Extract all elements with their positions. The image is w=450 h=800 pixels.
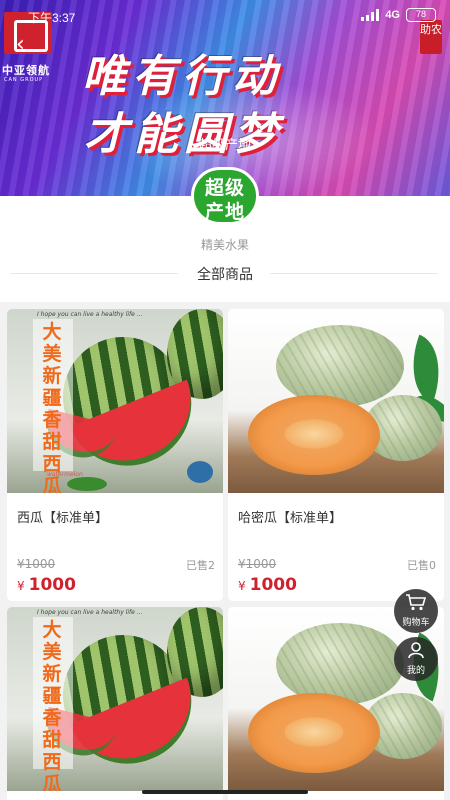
home-indicator[interactable] <box>142 790 308 794</box>
store-logo-line1: 超级 <box>204 177 245 199</box>
store-logo: 超级 产地 <box>191 167 259 225</box>
banner-store-name: 超级产地 <box>198 138 251 153</box>
watermelon-caption: I hope you can live a healthy life ... <box>37 311 143 318</box>
product-original-price: ¥1000 <box>238 557 277 571</box>
product-name: 西瓜【标准单】 <box>17 511 109 526</box>
banner-slogan-line1: 唯有行动 <box>82 51 282 102</box>
product-sold-count: 已售0 <box>407 559 436 572</box>
product-sold-count: 已售2 <box>186 559 215 572</box>
watermelon-vertical-text: 大美新疆香甜西瓜 <box>42 321 62 493</box>
product-name: 哈密瓜【标准单】 <box>238 511 343 526</box>
back-arrow-icon[interactable]: ‹ <box>16 34 32 58</box>
product-image-watermelon: 大美新疆香甜西瓜 I hope you can live a healthy l… <box>7 607 223 791</box>
cart-icon <box>394 593 438 613</box>
product-price: ¥1000 <box>238 575 297 595</box>
company-logo-en: CAN GROUP <box>4 77 44 83</box>
store-description: 精美水果 <box>200 238 249 252</box>
divider-right <box>270 273 438 274</box>
cart-button[interactable]: 购物车 <box>394 589 438 633</box>
status-indicators: 4G 78 <box>361 8 436 22</box>
company-logo-cn: 中亚领航 <box>2 64 50 77</box>
user-icon <box>394 641 438 661</box>
network-type: 4G <box>385 9 400 21</box>
product-price: ¥1000 <box>17 575 76 595</box>
store-page: 唯有行动 才能圆梦 中亚领航 CAN GROUP ‹ 助农 超级产地 下午3:3… <box>0 0 450 800</box>
product-card-hami-melon-2[interactable] <box>228 607 444 800</box>
watermelon-caption: I hope you can live a healthy life ... <box>37 609 143 616</box>
battery-icon: 78 <box>406 8 436 22</box>
watermelon-caption2: watermelon <box>47 471 83 478</box>
product-card-hami-melon[interactable]: 哈密瓜【标准单】 ¥1000 已售0 ¥1000 <box>228 309 444 601</box>
product-image-hami-melon <box>228 309 444 493</box>
watermelon-vertical-text: 大美新疆香甜西瓜 <box>42 619 62 791</box>
section-title: 全部商品 <box>197 267 253 283</box>
product-card-watermelon-2[interactable]: 大美新疆香甜西瓜 I hope you can live a healthy l… <box>7 607 223 800</box>
store-logo-line2: 产地 <box>204 201 245 223</box>
profile-label: 我的 <box>406 666 425 676</box>
product-image-watermelon: 大美新疆香甜西瓜 I hope you can live a healthy l… <box>7 309 223 493</box>
product-original-price: ¥1000 <box>17 557 56 571</box>
status-bar: 下午3:37 4G 78 <box>0 0 450 32</box>
product-card-watermelon[interactable]: 大美新疆香甜西瓜 I hope you can live a healthy l… <box>7 309 223 601</box>
signal-icon <box>361 9 380 21</box>
profile-button[interactable]: 我的 <box>394 637 438 681</box>
cart-label: 购物车 <box>402 618 430 628</box>
status-time: 下午3:37 <box>28 11 76 25</box>
product-image-hami-melon <box>228 607 444 791</box>
